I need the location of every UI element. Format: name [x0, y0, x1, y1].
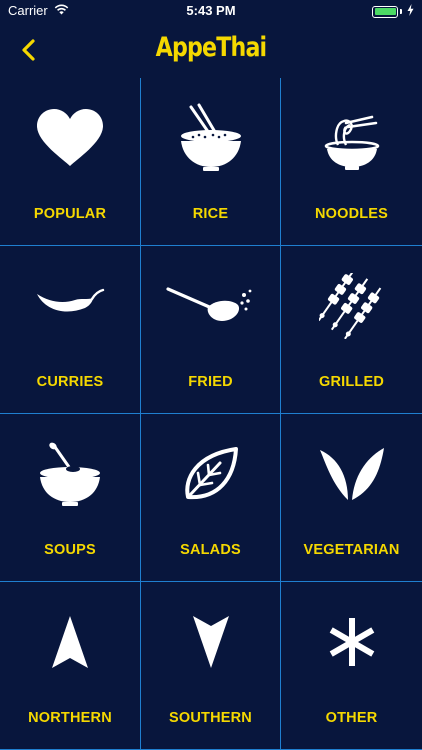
category-curries[interactable]: CURRIES: [0, 246, 141, 414]
category-label: NOODLES: [314, 206, 389, 222]
battery-tip: [400, 9, 402, 14]
arrow-down-icon: [141, 602, 280, 682]
category-label: SALADS: [180, 542, 241, 558]
category-label: CURRIES: [36, 374, 104, 390]
noodle-bowl-icon: [281, 98, 422, 178]
app-title: AppeThai: [155, 32, 268, 63]
category-noodles[interactable]: NOODLES: [281, 78, 422, 246]
category-label: RICE: [192, 206, 229, 222]
category-label: POPULAR: [33, 206, 107, 222]
category-salads[interactable]: SALADS: [141, 414, 281, 582]
skewers-icon: [281, 266, 422, 346]
leaf-icon: [141, 434, 280, 514]
category-label: FRIED: [188, 374, 233, 390]
category-label: GRILLED: [318, 374, 385, 390]
soup-bowl-icon: [0, 434, 140, 514]
category-label: OTHER: [325, 710, 378, 726]
rice-bowl-icon: [141, 98, 280, 178]
category-vegetarian[interactable]: VEGETARIAN: [281, 414, 422, 582]
status-bar: Carrier 5:43 PM: [0, 0, 422, 22]
category-fried[interactable]: FRIED: [141, 246, 281, 414]
category-label: VEGETARIAN: [303, 542, 400, 558]
heart-icon: [0, 98, 140, 178]
status-right: [372, 4, 414, 19]
navigation-bar: AppeThai: [0, 22, 422, 78]
category-southern[interactable]: SOUTHERN: [141, 582, 281, 750]
category-other[interactable]: OTHER: [281, 582, 422, 750]
category-grilled[interactable]: GRILLED: [281, 246, 422, 414]
arrow-up-icon: [0, 602, 140, 682]
sprout-icon: [281, 434, 422, 514]
frying-spoon-icon: [141, 266, 280, 346]
category-soups[interactable]: SOUPS: [0, 414, 141, 582]
category-popular[interactable]: POPULAR: [0, 78, 141, 246]
status-time: 5:43 PM: [186, 3, 236, 18]
category-label: NORTHERN: [28, 710, 112, 726]
category-label: SOUPS: [44, 542, 96, 558]
category-northern[interactable]: NORTHERN: [0, 582, 141, 750]
asterisk-icon: [281, 602, 422, 682]
chili-pepper-icon: [0, 266, 140, 346]
charging-bolt-icon: [407, 4, 414, 19]
category-label: SOUTHERN: [169, 710, 252, 726]
category-rice[interactable]: RICE: [141, 78, 281, 246]
category-grid: POPULAR RICE NOODLES CURRIES FRIED GRILL…: [0, 78, 422, 750]
battery-icon: [372, 5, 398, 18]
